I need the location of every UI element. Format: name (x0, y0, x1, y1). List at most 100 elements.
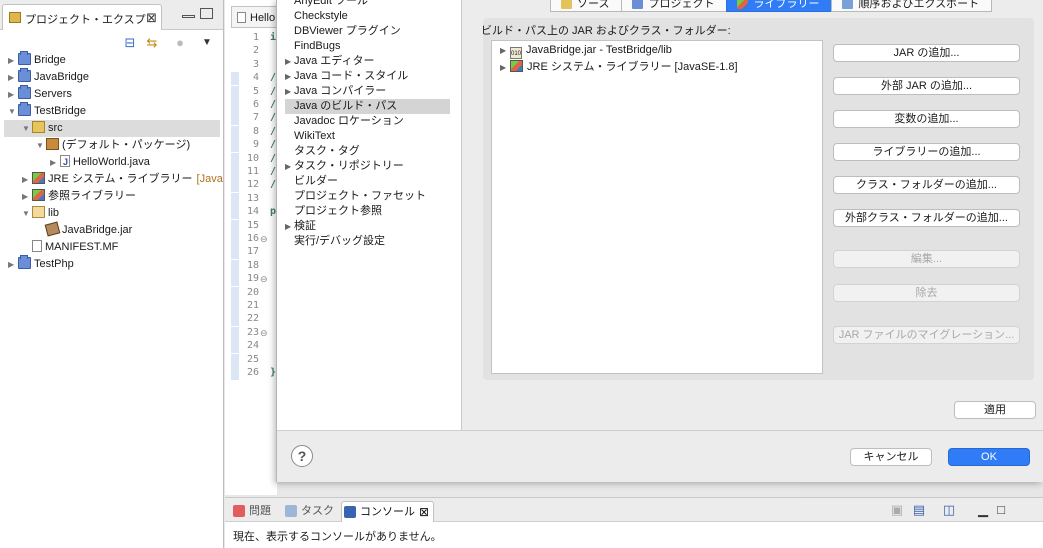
edit-button[interactable]: 編集... (833, 250, 1020, 268)
tree-item[interactable]: MANIFEST.MF (0, 239, 118, 256)
add-class-folder-button[interactable]: クラス・フォルダーの追加... (833, 176, 1020, 194)
project-icon (18, 255, 31, 269)
collapse-arrow-icon[interactable]: ▼ (22, 205, 32, 222)
jar-entry-jre[interactable]: ▶ JRE システム・ライブラリー [JavaSE-1.8] (500, 59, 738, 75)
category-item[interactable]: Java のビルド・パス (285, 99, 450, 114)
pin-console-icon[interactable]: ▣ (889, 502, 905, 518)
category-item[interactable]: プロジェクト参照 (285, 204, 450, 219)
tab-tasks[interactable]: タスク (283, 501, 334, 522)
apply-button[interactable]: 適用 (954, 401, 1036, 419)
tab-editor-helloworld[interactable]: Hello (231, 6, 277, 28)
category-item[interactable]: タスク・タグ (285, 144, 450, 159)
tree-item-label: lib (48, 207, 60, 219)
add-variable-button[interactable]: 変数の追加... (833, 110, 1020, 128)
expand-arrow-icon[interactable]: ▶ (285, 219, 294, 234)
collapse-arrow-icon[interactable]: ▼ (22, 120, 32, 137)
tree-item[interactable]: ▶ Bridge (0, 51, 66, 69)
maximize-icon[interactable] (200, 8, 213, 19)
focus-task-icon[interactable]: ● (172, 35, 188, 51)
category-item[interactable]: ▶ Java コード・スタイル (285, 69, 450, 84)
cancel-button[interactable]: キャンセル (850, 448, 932, 466)
tree-item[interactable]: ▶ JavaBridge (0, 68, 89, 86)
link-with-editor-icon[interactable]: ⇆ (144, 35, 160, 51)
category-item[interactable]: ビルダー (285, 174, 450, 189)
collapse-all-icon[interactable]: ⊟ (122, 35, 138, 51)
category-item[interactable]: DBViewer プラグイン (285, 24, 450, 39)
category-item-label: プロジェクト・ファセット (294, 190, 426, 202)
change-marker (231, 340, 239, 354)
expand-arrow-icon[interactable]: ▶ (8, 69, 18, 86)
close-icon[interactable]: ⊠ (146, 10, 157, 26)
expand-arrow-icon[interactable]: ▶ (22, 171, 32, 188)
display-console-icon[interactable]: ▤ (911, 502, 927, 518)
expand-arrow-icon[interactable]: ▶ (50, 154, 60, 171)
tree-item[interactable]: ▼ lib (0, 205, 59, 222)
tree-item[interactable]: ▼ src (4, 120, 220, 137)
fold-toggle-icon[interactable]: ⊖ (260, 328, 268, 339)
category-item[interactable]: AnyEdit ツール (285, 0, 450, 9)
expand-arrow-icon[interactable]: ▶ (8, 256, 18, 273)
tab-project-explorer[interactable]: プロジェクト・エクスプ ⊠ (2, 4, 162, 30)
change-marker (231, 367, 239, 380)
add-library-button[interactable]: ライブラリーの追加... (833, 143, 1020, 161)
tree-item[interactable]: JavaBridge.jar (0, 221, 132, 239)
expand-arrow-icon[interactable]: ▶ (500, 60, 510, 76)
change-marker (231, 112, 239, 126)
expand-arrow-icon[interactable]: ▶ (285, 159, 294, 174)
expand-arrow-icon[interactable]: ▶ (285, 69, 294, 84)
tree-item[interactable]: ▶ 参照ライブラリー (0, 188, 136, 205)
category-item[interactable]: ▶ Java エディター (285, 54, 450, 69)
tab-source[interactable]: ソース (550, 0, 623, 12)
tree-item[interactable]: ▶ TestPhp (0, 255, 74, 273)
tab-libraries[interactable]: ライブラリー (726, 0, 833, 12)
collapse-arrow-icon[interactable]: ▼ (36, 137, 46, 154)
tab-libraries-label: ライブラリー (753, 0, 820, 10)
tab-projects[interactable]: プロジェクト (621, 0, 728, 12)
tree-item[interactable]: ▶ Servers (0, 85, 72, 103)
help-button[interactable]: ? (291, 445, 313, 467)
expand-arrow-icon[interactable]: ▶ (22, 188, 32, 205)
category-item[interactable]: FindBugs (285, 39, 450, 54)
jar-list[interactable]: ▶ 010 JavaBridge.jar - TestBridge/lib ▶ JRE… (491, 40, 823, 374)
category-item[interactable]: Checkstyle (285, 9, 450, 24)
minimize-icon[interactable]: ▁ (975, 502, 991, 518)
add-external-class-folder-button[interactable]: 外部クラス・フォルダーの追加... (833, 209, 1020, 227)
expand-arrow-icon[interactable]: ▶ (8, 52, 18, 69)
expand-arrow-icon[interactable]: ▶ (285, 54, 294, 69)
category-item[interactable]: Javadoc ロケーション (285, 114, 450, 129)
migrate-jar-button[interactable]: JAR ファイルのマイグレーション... (833, 326, 1020, 344)
category-item[interactable]: ▶ タスク・リポジトリー (285, 159, 450, 174)
view-menu-icon[interactable]: ▼ (199, 35, 215, 51)
fold-toggle-icon[interactable]: ⊖ (260, 234, 268, 245)
expand-arrow-icon[interactable]: ▶ (285, 84, 294, 99)
category-item[interactable]: 実行/デバッグ設定 (285, 234, 450, 249)
minimize-icon[interactable] (182, 15, 195, 18)
fold-toggle-icon[interactable]: ⊖ (260, 274, 268, 285)
add-jar-button[interactable]: JAR の追加... (833, 44, 1020, 62)
category-item[interactable]: プロジェクト・ファセット (285, 189, 450, 204)
tab-order-export[interactable]: 順序およびエクスポート (831, 0, 993, 12)
ok-button[interactable]: OK (948, 448, 1030, 466)
add-external-jar-button[interactable]: 外部 JAR の追加... (833, 77, 1020, 95)
expand-arrow-icon[interactable]: ▶ (500, 43, 510, 59)
collapse-arrow-icon[interactable]: ▼ (8, 103, 18, 120)
tree-item[interactable]: ▼ TestBridge (0, 102, 86, 120)
tab-console[interactable]: コンソール ⊠ (341, 501, 434, 522)
tab-problems[interactable]: 問題 (231, 501, 271, 522)
tree-item[interactable]: ▶ JRE システム・ライブラリー [Java (0, 171, 223, 188)
maximize-icon[interactable]: □ (993, 502, 1009, 518)
source-folder-icon (561, 0, 572, 9)
open-console-icon[interactable]: ◫ (941, 502, 957, 518)
tree-item-label: src (48, 122, 63, 134)
category-item[interactable]: ▶ 検証 (285, 219, 450, 234)
change-marker (231, 273, 239, 287)
tree-item[interactable]: ▼ (デフォルト・パッケージ) (0, 137, 190, 154)
close-icon[interactable]: ⊠ (419, 502, 429, 523)
category-item[interactable]: WikiText (285, 129, 450, 144)
expand-arrow-icon[interactable]: ▶ (8, 86, 18, 103)
remove-button[interactable]: 除去 (833, 284, 1020, 302)
jar-entry-javabridge[interactable]: ▶ 010 JavaBridge.jar - TestBridge/lib (500, 42, 672, 59)
tree-item[interactable]: ▶ HelloWorld.java (0, 154, 150, 171)
change-marker (231, 300, 239, 313)
category-item[interactable]: ▶ Java コンパイラー (285, 84, 450, 99)
